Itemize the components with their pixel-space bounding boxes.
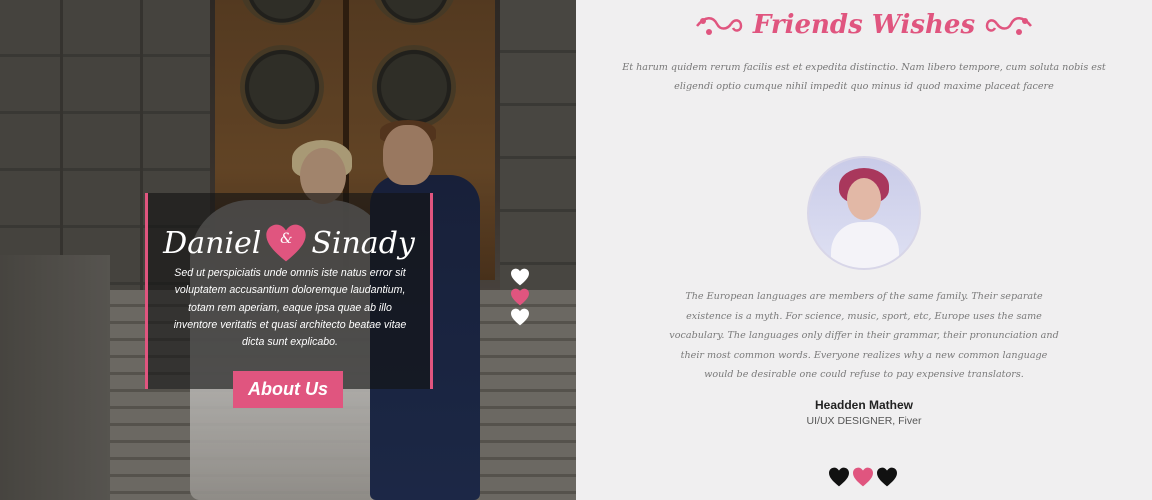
bride-name: Sinady — [311, 225, 415, 261]
pager-heart-icon[interactable] — [876, 467, 898, 487]
hero-card: Daniel & Sinady Sed ut perspiciatis unde… — [145, 193, 433, 389]
testimonial-quote: The European languages are members of th… — [669, 291, 1059, 381]
avatar — [807, 156, 921, 270]
slider-dots — [510, 268, 532, 328]
flourish-left-icon — [695, 17, 743, 35]
about-us-button[interactable]: About Us — [233, 371, 343, 408]
testimonial-pager — [828, 467, 900, 487]
avatar-body — [831, 222, 899, 268]
groom-name: Daniel — [163, 225, 262, 261]
slider-dot-heart-icon-active[interactable] — [510, 288, 530, 306]
hero-photo-panel: Daniel & Sinady Sed ut perspiciatis unde… — [0, 0, 576, 500]
friends-wishes-section: Friends Wishes Et harum quidem rerum fac… — [576, 0, 1152, 500]
slider-dot-heart-icon[interactable] — [510, 268, 530, 286]
testimonial-role: UI/UX DESIGNER, Fiver — [806, 415, 922, 427]
ampersand: & — [280, 231, 293, 247]
flourish-right-icon — [985, 17, 1033, 35]
slider-dot-heart-icon[interactable] — [510, 308, 530, 326]
heart-icon: & — [265, 223, 307, 263]
pager-heart-icon-active[interactable] — [852, 467, 874, 487]
pager-heart-icon[interactable] — [828, 467, 850, 487]
section-heading: Friends Wishes — [576, 6, 1152, 44]
testimonial-name: Headden Mathew — [814, 398, 913, 412]
hero-description: Sed ut perspiciatis unde omnis iste natu… — [173, 267, 407, 349]
section-title: Friends Wishes — [752, 10, 976, 40]
avatar-face — [847, 178, 881, 220]
couple-names: Daniel & Sinady — [148, 221, 430, 265]
section-intro: Et harum quidem rerum facilis est et exp… — [622, 62, 1106, 92]
